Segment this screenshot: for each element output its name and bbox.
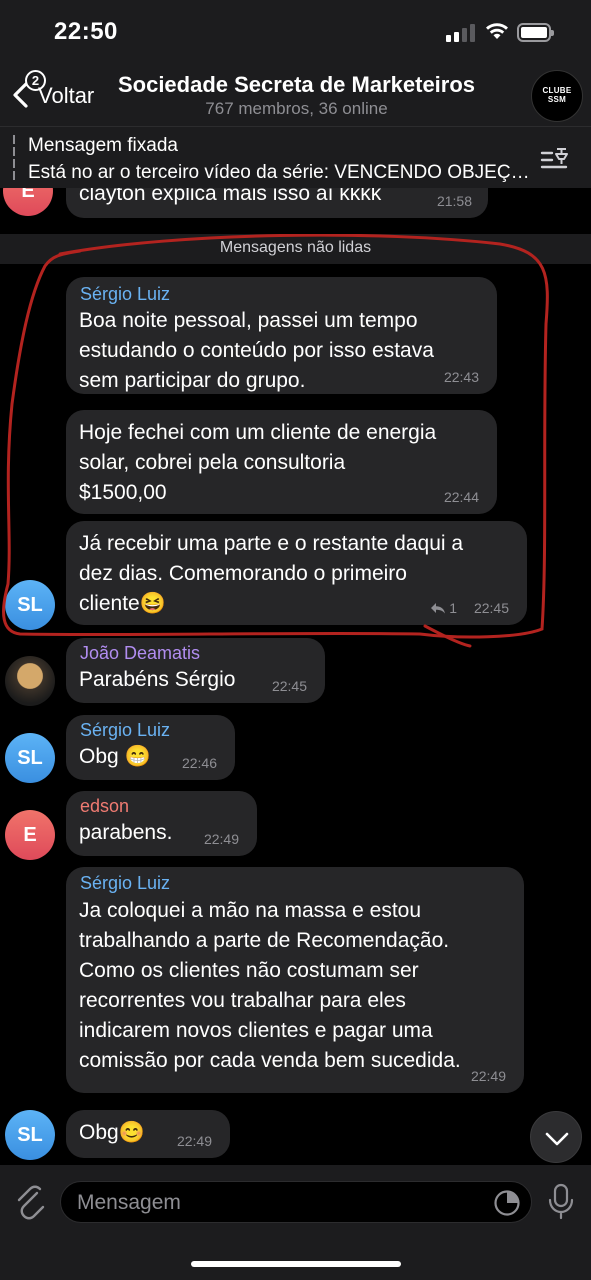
message-line: Parabéns Sérgio [79,668,236,691]
message-field[interactable] [60,1181,532,1223]
message-line: recorrentes vou trabalhar para eles [79,989,406,1012]
message-line: indicarem novos clientes e pagar uma [79,1019,433,1042]
group-avatar-logo-line2: SSM [547,95,567,104]
avatar[interactable]: E [3,188,53,216]
microphone-icon[interactable] [548,1183,574,1221]
message-line: comissão por cada venda bem sucedida. [79,1049,461,1072]
message-line: sem participar do grupo. [79,369,306,392]
message-bubble[interactable]: edson parabens. 22:49 [66,791,257,856]
message-line: trabalhando a parte de Recomendação. [79,929,450,952]
chat-title[interactable]: Sociedade Secreta de Marketeiros [104,72,489,98]
avatar[interactable]: SL [5,580,55,630]
group-avatar-logo-line1: CLUBE [542,86,572,95]
message-line: dez dias. Comemorando o primeiro [79,562,407,585]
message-line: Obg😊 [79,1121,145,1144]
message-time: 22:49 [470,1068,506,1084]
message-time: 22:49 [176,1133,212,1149]
message-bubble[interactable]: Obg😊 22:49 [66,1110,230,1158]
message-line: cliente😆 [79,592,166,615]
avatar[interactable]: SL [5,1110,55,1160]
message-bubble[interactable]: Já recebir uma parte e o restante daqui … [66,521,527,625]
message-line: Como os clientes não costumam ser [79,959,419,982]
sender-name[interactable]: edson [80,796,129,817]
composer-bar [0,1165,591,1280]
member-count: 767 membros, 36 online [205,99,388,118]
message-bubble[interactable]: João Deamatis Parabéns Sérgio 22:45 [66,638,325,703]
message-text: Hoje fechei com um cliente de energia so… [79,418,436,508]
message-line: $1500,00 [79,481,167,504]
message-line: Obg 😁 [79,745,151,768]
message-text: Parabéns Sérgio [79,665,235,695]
chat-header: 2 Voltar Sociedade Secreta de Marketeiro… [0,64,591,126]
message-time: 22:45 [473,600,509,616]
avatar[interactable]: SL [5,733,55,783]
message-text: Boa noite pessoal, passei um tempo estud… [79,306,434,396]
message-time: 22:44 [443,489,479,505]
sender-name[interactable]: Sérgio Luiz [80,873,170,894]
attach-icon[interactable] [13,1183,47,1221]
pinned-text: Está no ar o terceiro vídeo da série: VE… [28,162,536,183]
message-line: Hoje fechei com um cliente de energia [79,421,437,444]
chevron-down-icon [545,1132,569,1146]
pinned-list-icon[interactable] [540,145,572,173]
status-bar: 22:50 [0,0,591,64]
pinned-title: Mensagem fixada [28,135,178,156]
message-text: clayton explica mais isso aí kkkk [79,188,382,205]
message-text: Obg😊 [79,1118,145,1148]
user-photo-avatar[interactable] [5,656,55,706]
message-bubble[interactable]: clayton explica mais isso aí kkkk 21:58 [66,188,488,218]
message-line: parabens. [79,821,173,844]
message-line: Já recebir uma parte e o restante daqui … [79,532,464,555]
message-time: 21:58 [436,193,472,209]
message-text: Obg 😁 [79,742,151,772]
sticker-icon[interactable] [493,1189,521,1217]
message-text: Já recebir uma parte e o restante daqui … [79,529,463,619]
reply-count[interactable]: 1 [430,600,457,616]
reply-arrow-icon [431,603,446,614]
unread-separator: Mensagens não lidas [0,234,591,264]
status-time: 22:50 [54,18,118,45]
home-indicator [191,1261,401,1267]
sender-name[interactable]: Sérgio Luiz [80,720,170,741]
message-text: parabens. [79,818,172,848]
message-bubble[interactable]: Sérgio Luiz Ja coloquei a mão na massa e… [66,867,524,1093]
message-input[interactable] [77,1190,477,1216]
message-line: Boa noite pessoal, passei um tempo [79,309,418,332]
message-text: Ja coloquei a mão na massa e estou traba… [79,896,461,1076]
message-time: 22:46 [181,755,217,771]
message-line: estudando o conteúdo por isso estava [79,339,434,362]
pinned-message[interactable]: Mensagem fixada Está no ar o terceiro ví… [0,126,591,188]
battery-icon [517,23,554,42]
sender-name[interactable]: João Deamatis [80,643,200,664]
sender-name[interactable]: Sérgio Luiz [80,284,170,305]
avatar[interactable]: E [5,810,55,860]
message-bubble[interactable]: Hoje fechei com um cliente de energia so… [66,410,497,514]
message-time: 22:45 [271,678,307,694]
reply-count-value: 1 [449,600,457,616]
message-line: solar, cobrei pela consultoria [79,451,346,474]
message-bubble[interactable]: Sérgio Luiz Obg 😁 22:46 [66,715,235,780]
cellular-signal-icon [446,24,476,42]
pinned-indicator [13,135,15,181]
back-button[interactable]: Voltar [38,83,94,109]
message-time: 22:49 [203,831,239,847]
group-avatar[interactable]: CLUBE SSM [531,70,583,122]
message-time: 22:43 [443,369,479,385]
scroll-to-bottom-button[interactable] [530,1111,582,1163]
wifi-icon [486,23,508,39]
message-bubble[interactable]: Sérgio Luiz Boa noite pessoal, passei um… [66,277,497,394]
message-list[interactable]: E clayton explica mais isso aí kkkk 21:5… [0,188,591,1165]
message-line: Ja coloquei a mão na massa e estou [79,899,422,922]
unread-label: Mensagens não lidas [219,239,372,256]
